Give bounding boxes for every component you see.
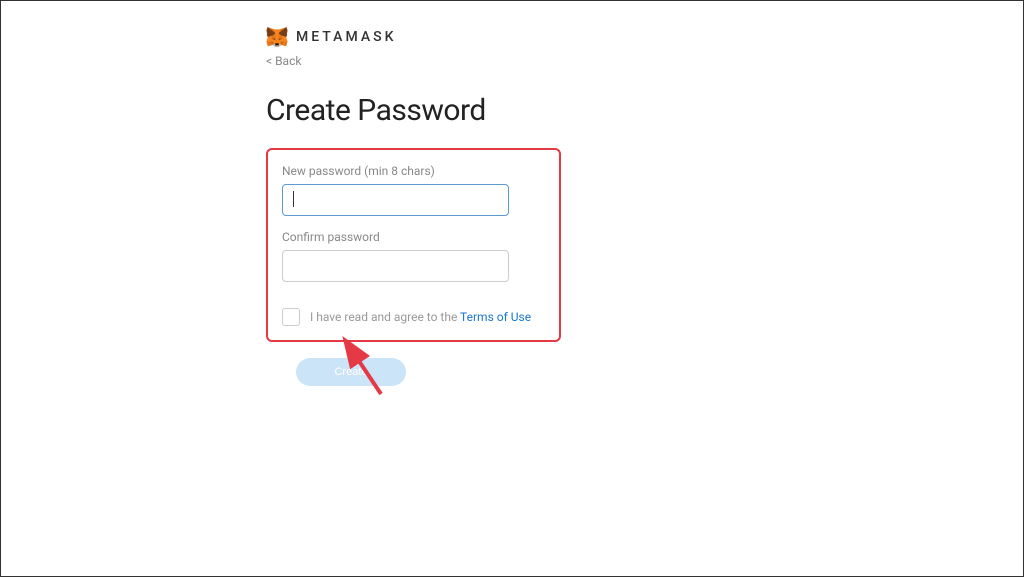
new-password-input[interactable] (282, 184, 509, 216)
terms-of-use-link[interactable]: Terms of Use (460, 310, 531, 324)
new-password-group: New password (min 8 chars) (282, 164, 545, 216)
confirm-password-input[interactable] (282, 250, 509, 282)
terms-prefix: I have read and agree to the (310, 310, 460, 324)
back-link[interactable]: < Back (266, 54, 301, 68)
confirm-password-label: Confirm password (282, 230, 545, 244)
create-button[interactable]: Create (296, 358, 406, 386)
page-title: Create Password (266, 93, 1023, 128)
metamask-fox-icon (266, 26, 288, 48)
confirm-password-group: Confirm password (282, 230, 545, 282)
terms-checkbox[interactable] (282, 308, 300, 326)
terms-row: I have read and agree to the Terms of Us… (282, 308, 545, 326)
terms-text: I have read and agree to the Terms of Us… (310, 310, 531, 324)
password-form-highlight: New password (min 8 chars) Confirm passw… (266, 148, 561, 342)
new-password-label: New password (min 8 chars) (282, 164, 545, 178)
brand-name: METAMASK (296, 29, 396, 45)
brand-header: METAMASK (266, 26, 1023, 48)
